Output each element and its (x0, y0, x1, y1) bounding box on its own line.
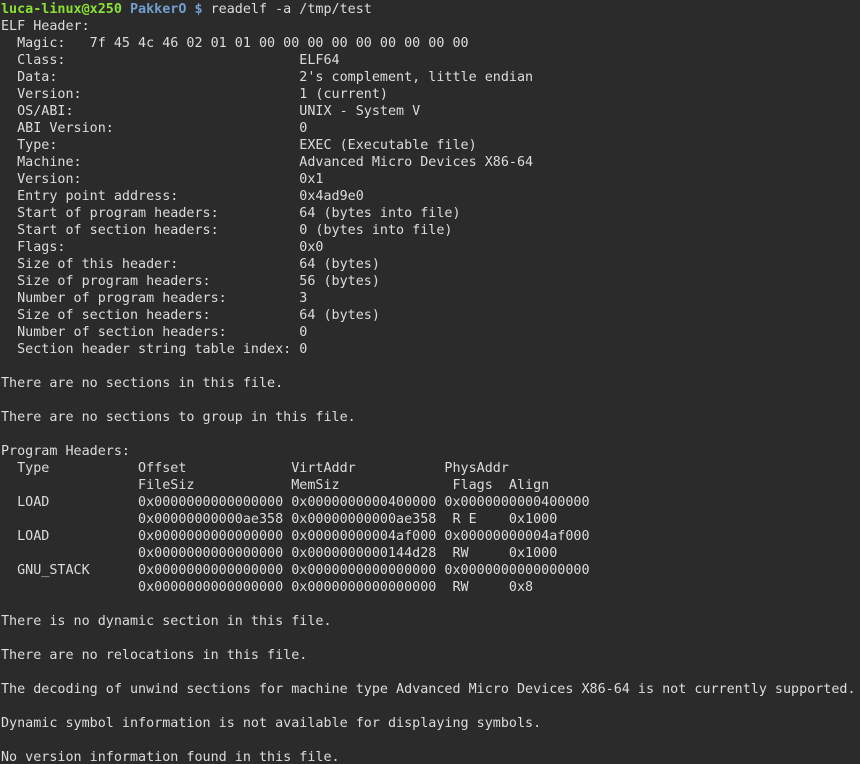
output-line: Type: EXEC (Executable file) (1, 138, 477, 153)
output-line: FileSiz MemSiz Flags Align (1, 478, 550, 493)
output-line: Magic: 7f 45 4c 46 02 01 01 00 00 00 00 … (1, 36, 469, 51)
output-line: OS/ABI: UNIX - System V (1, 104, 421, 119)
output-line: Version: 0x1 (1, 172, 324, 187)
prompt-user-host: luca-linux@x250 (1, 2, 122, 17)
output-line: LOAD 0x0000000000000000 0x00000000004000… (1, 495, 590, 510)
output-line: Class: ELF64 (1, 53, 340, 68)
output-line: Size of this header: 64 (bytes) (1, 257, 380, 272)
output-line: GNU_STACK 0x0000000000000000 0x000000000… (1, 563, 590, 578)
output-line: Size of program headers: 56 (bytes) (1, 274, 380, 289)
prompt-line: luca-linux@x250 PakkerO $ readelf -a /tm… (1, 1, 860, 18)
output-line: Flags: 0x0 (1, 240, 324, 255)
output-line: There is no dynamic section in this file… (1, 614, 332, 629)
prompt-cwd: PakkerO (130, 2, 187, 17)
output-line: Start of program headers: 64 (bytes into… (1, 206, 461, 221)
output-line: 0x0000000000000000 0x0000000000144d28 RW… (1, 546, 558, 561)
output-line: Data: 2's complement, little endian (1, 70, 534, 85)
output-line: The decoding of unwind sections for mach… (1, 682, 856, 697)
output-line: Section header string table index: 0 (1, 342, 308, 357)
output-line: 0x00000000000ae358 0x00000000000ae358 R … (1, 512, 558, 527)
prompt-symbol: $ (194, 2, 203, 17)
output-line: There are no sections in this file. (1, 376, 284, 391)
command-output: ELF Header: Magic: 7f 45 4c 46 02 01 01 … (1, 18, 860, 764)
output-line: ELF Header: (1, 19, 90, 34)
output-line: ABI Version: 0 (1, 121, 308, 136)
output-line: There are no sections to group in this f… (1, 410, 356, 425)
output-line: Type Offset VirtAddr PhysAddr (1, 461, 509, 476)
output-line: Dynamic symbol information is not availa… (1, 716, 542, 731)
command-text: readelf -a /tmp/test (210, 2, 372, 17)
output-line: Number of program headers: 3 (1, 291, 308, 306)
output-line: Program Headers: (1, 444, 130, 459)
output-line: Version: 1 (current) (1, 87, 388, 102)
output-line: Number of section headers: 0 (1, 325, 308, 340)
output-line: No version information found in this fil… (1, 750, 340, 764)
output-line: 0x0000000000000000 0x0000000000000000 RW… (1, 580, 534, 595)
terminal-window[interactable]: luca-linux@x250 PakkerO $ readelf -a /tm… (0, 0, 860, 764)
output-line: Size of section headers: 64 (bytes) (1, 308, 380, 323)
output-line: Start of section headers: 0 (bytes into … (1, 223, 453, 238)
output-line: There are no relocations in this file. (1, 648, 308, 663)
output-line: Machine: Advanced Micro Devices X86-64 (1, 155, 534, 170)
output-line: LOAD 0x0000000000000000 0x00000000004af0… (1, 529, 590, 544)
output-line: Entry point address: 0x4ad9e0 (1, 189, 364, 204)
